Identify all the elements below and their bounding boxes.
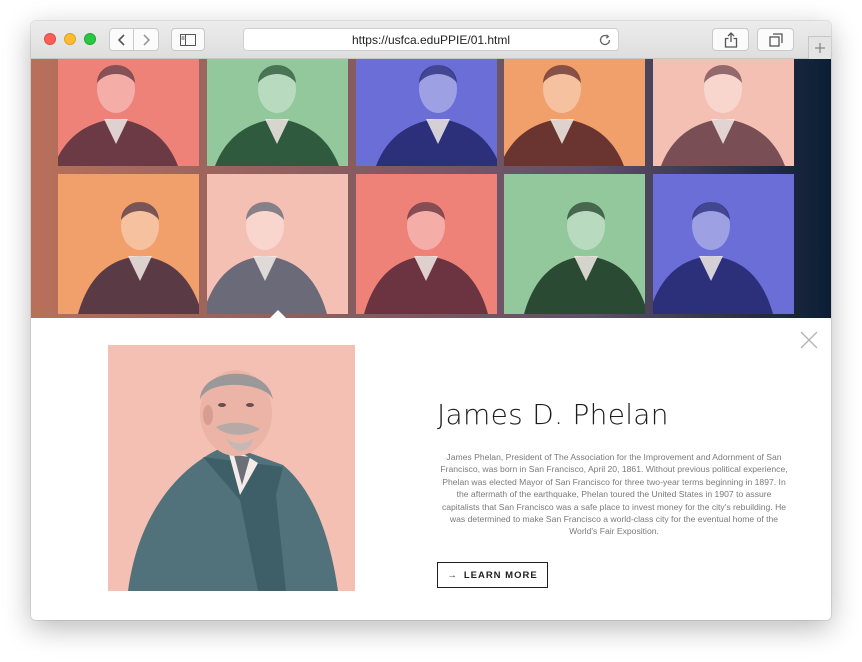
- person-bio: James Phelan, President of The Associati…: [440, 452, 788, 537]
- arrow-right-icon: →: [447, 569, 458, 581]
- share-button[interactable]: [712, 28, 749, 51]
- forward-button[interactable]: [134, 28, 159, 51]
- zoom-window-button[interactable]: [84, 33, 96, 45]
- new-tab-button[interactable]: [808, 36, 831, 59]
- portrait-tile[interactable]: [207, 174, 348, 314]
- person-detail-panel: James D. Phelan James Phelan, President …: [31, 318, 831, 620]
- browser-toolbar: https://usfca.eduPPIE/01.html: [31, 21, 831, 59]
- portrait-tile[interactable]: [504, 59, 645, 166]
- selected-portrait-pointer: [270, 310, 286, 318]
- portrait-photo: [364, 202, 488, 314]
- portrait-photo: [215, 65, 339, 166]
- portrait-tile[interactable]: [58, 174, 199, 314]
- portrait-tile[interactable]: [356, 174, 497, 314]
- reload-icon[interactable]: [598, 33, 612, 47]
- show-tabs-button[interactable]: [757, 28, 794, 51]
- close-window-button[interactable]: [44, 33, 56, 45]
- learn-more-label: LEARN MORE: [463, 569, 538, 581]
- portrait-photo: [58, 65, 178, 166]
- chevron-left-icon: [117, 33, 125, 46]
- address-bar[interactable]: https://usfca.eduPPIE/01.html: [243, 28, 619, 51]
- tabs-icon: [768, 32, 783, 47]
- learn-more-button[interactable]: → LEARN MORE: [437, 562, 548, 588]
- share-icon: [724, 31, 737, 48]
- portrait-tile[interactable]: [653, 174, 794, 314]
- portrait-photo: [376, 65, 497, 166]
- portrait-photo: [78, 202, 199, 314]
- person-photo: [108, 345, 355, 591]
- portrait-grid: [31, 59, 831, 318]
- portrait-tile[interactable]: [207, 59, 348, 166]
- portrait-tile[interactable]: [356, 59, 497, 166]
- close-icon[interactable]: [799, 330, 819, 350]
- minimize-window-button[interactable]: [64, 33, 76, 45]
- browser-window: https://usfca.eduPPIE/01.html James D. P…: [31, 21, 831, 620]
- portrait-tile[interactable]: [653, 59, 794, 166]
- portrait-photo: [504, 65, 624, 166]
- portrait-photo: [661, 65, 785, 166]
- portrait-photo: [653, 202, 773, 314]
- person-name: James D. Phelan: [437, 398, 669, 431]
- sidebar-icon: [180, 33, 196, 46]
- portrait-photo: [207, 202, 327, 314]
- portrait-photo: [524, 202, 645, 314]
- back-button[interactable]: [109, 28, 134, 51]
- chevron-right-icon: [143, 33, 151, 46]
- sidebar-toggle-button[interactable]: [171, 28, 205, 51]
- url-text: https://usfca.eduPPIE/01.html: [351, 32, 511, 47]
- portrait-tile[interactable]: [504, 174, 645, 314]
- portrait-tile[interactable]: [58, 59, 199, 166]
- plus-icon: [815, 43, 825, 53]
